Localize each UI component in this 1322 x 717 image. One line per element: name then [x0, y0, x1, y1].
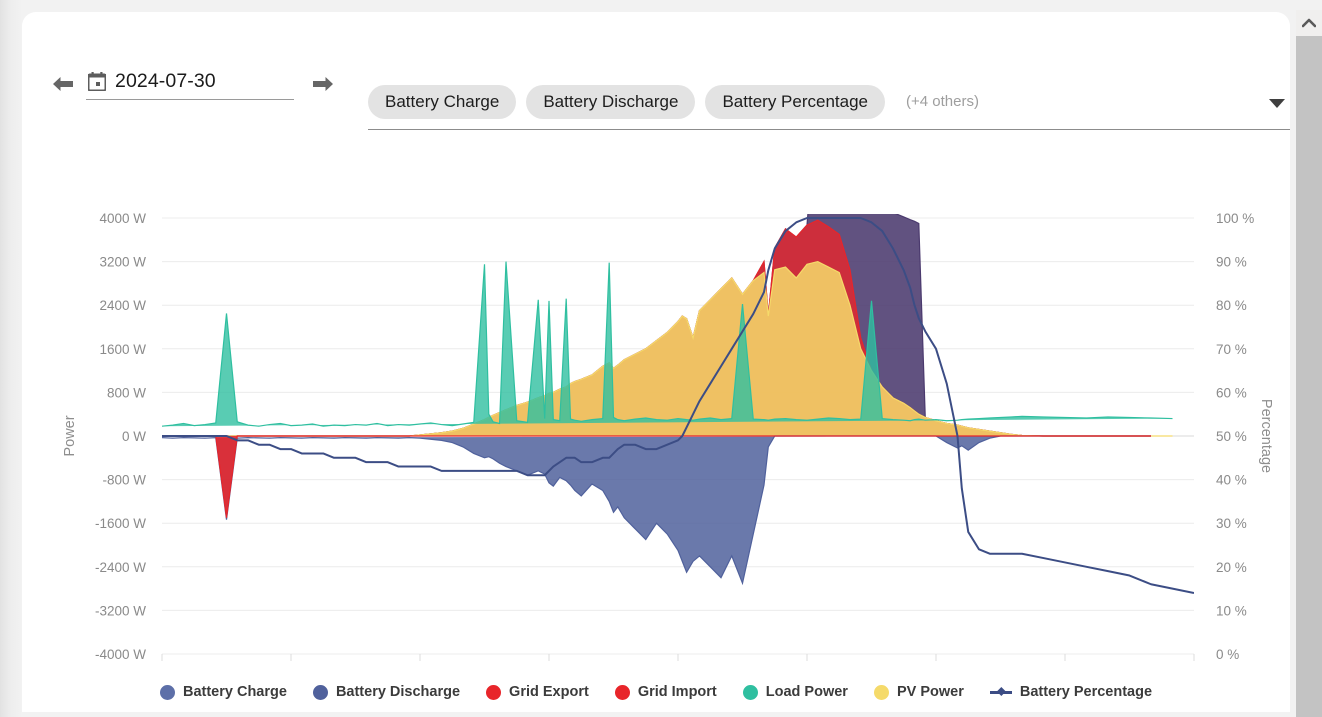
legend-label: Grid Import	[637, 684, 717, 700]
legend-label: Load Power	[765, 684, 848, 700]
y2-axis-tick-label: 60 %	[1216, 385, 1247, 400]
y-axis-title: Power	[62, 415, 78, 456]
legend-item[interactable]: Battery Charge	[159, 684, 287, 700]
scroll-up-button[interactable]	[1296, 10, 1322, 36]
y-axis-tick-label: 4000 W	[99, 211, 146, 226]
legend-line-marker-icon	[989, 685, 1012, 699]
chip-battery-charge[interactable]: Battery Charge	[368, 84, 517, 119]
chart-header: 2024-07-30 Battery Charge Battery Discha…	[22, 12, 1290, 154]
chip-label: Battery Discharge	[543, 91, 679, 111]
y2-axis-title: Percentage	[1258, 399, 1274, 473]
y2-axis-tick-label: 80 %	[1216, 298, 1247, 313]
legend-dot-icon	[873, 684, 889, 700]
additional-series-count: (+4 others)	[906, 93, 979, 110]
series-select[interactable]: Battery Charge Battery Discharge Battery…	[368, 74, 1290, 130]
y-axis-tick-label: 3200 W	[99, 255, 146, 270]
scrollbar-track[interactable]	[1296, 36, 1322, 717]
chevron-down-icon[interactable]	[1266, 96, 1288, 115]
series-area-battery-discharge	[162, 435, 1151, 586]
legend-label: Battery Percentage	[1019, 684, 1153, 700]
app-root: 2024-07-30 Battery Charge Battery Discha…	[0, 0, 1322, 717]
legend-item[interactable]: Grid Export	[486, 684, 589, 700]
prev-day-button[interactable]	[46, 67, 80, 101]
y-axis-tick-label: 0 W	[122, 429, 146, 444]
calendar-icon	[87, 72, 107, 92]
y2-axis-tick-label: 40 %	[1216, 473, 1247, 488]
y-axis-tick-label: -1600 W	[95, 516, 146, 531]
y-axis-tick-label: -2400 W	[95, 560, 146, 575]
legend-label: Battery Charge	[182, 684, 287, 700]
selected-series-chips: Battery Charge Battery Discharge Battery…	[368, 84, 979, 119]
date-input[interactable]: 2024-07-30	[86, 68, 294, 100]
chart-card: 2024-07-30 Battery Charge Battery Discha…	[22, 12, 1290, 712]
chip-battery-percentage[interactable]: Battery Percentage	[705, 84, 885, 119]
legend-dot-icon	[486, 684, 502, 700]
legend-label: Battery Discharge	[335, 684, 461, 700]
vertical-scrollbar[interactable]	[1296, 10, 1322, 717]
y-axis-tick-label: -3200 W	[95, 603, 146, 618]
y2-axis-tick-label: 100 %	[1216, 211, 1254, 226]
legend-dot-icon	[614, 684, 630, 700]
legend-item[interactable]: Grid Import	[614, 684, 717, 700]
chip-label: Battery Percentage	[722, 91, 868, 111]
chip-battery-discharge[interactable]: Battery Discharge	[526, 84, 696, 119]
y-axis-tick-label: 2400 W	[99, 298, 146, 313]
y2-axis-tick-label: 70 %	[1216, 342, 1247, 357]
y2-axis-tick-label: 20 %	[1216, 560, 1247, 575]
y-axis-tick-label: 800 W	[107, 385, 146, 400]
legend-dot-icon	[159, 684, 175, 700]
y2-axis-tick-label: 10 %	[1216, 603, 1247, 618]
y-axis-tick-label: -800 W	[102, 473, 146, 488]
legend-item[interactable]: Battery Percentage	[989, 684, 1153, 700]
date-value: 2024-07-30	[115, 70, 216, 92]
date-picker: 2024-07-30	[46, 67, 340, 101]
legend-label: PV Power	[896, 684, 964, 700]
legend-dot-icon	[742, 684, 758, 700]
legend-item[interactable]: Load Power	[742, 684, 848, 700]
chip-label: Battery Charge	[385, 91, 500, 111]
legend-dot-icon	[312, 684, 328, 700]
next-day-button[interactable]	[306, 67, 340, 101]
legend-item[interactable]: PV Power	[873, 684, 964, 700]
y2-axis-tick-label: 0 %	[1216, 647, 1239, 662]
y2-axis-tick-label: 30 %	[1216, 516, 1247, 531]
y-axis-tick-label: -4000 W	[95, 647, 146, 662]
y2-axis-tick-label: 90 %	[1216, 255, 1247, 270]
chart-canvas: 4000 W 100 % 3200 W 90 % 2400 W 80 % 1600 W 70 …	[62, 211, 1274, 662]
legend-item[interactable]: Battery Discharge	[312, 684, 461, 700]
legend-label: Grid Export	[509, 684, 589, 700]
y2-axis-tick-label: 50 %	[1216, 429, 1247, 444]
power-chart: 4000 W 100 % 3200 W 90 % 2400 W 80 % 1600 W 70 …	[22, 154, 1290, 712]
chart-legend: Battery Charge Battery Discharge Grid Expo…	[22, 684, 1290, 700]
y-axis-tick-label: 1600 W	[99, 342, 146, 357]
